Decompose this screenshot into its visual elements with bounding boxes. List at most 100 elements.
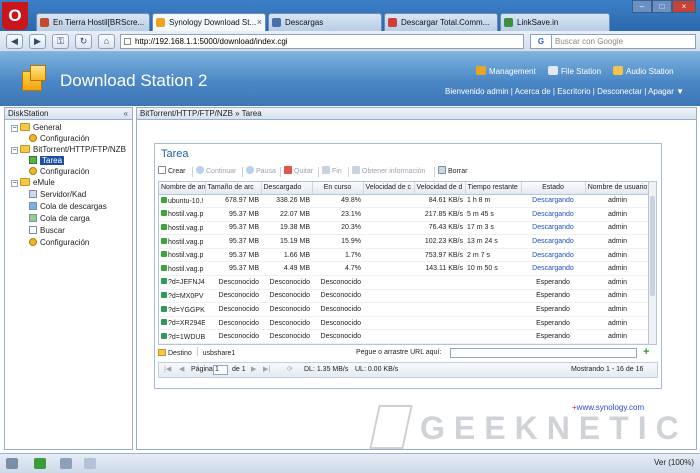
forward-button[interactable]: ▶: [29, 34, 46, 49]
table-cell: 23.1%: [312, 207, 363, 222]
tab-descargas[interactable]: Descargas: [268, 13, 382, 31]
table-row[interactable]: hostil.vag.p 95.37 MB 19.38 MB 20.3% 76.43 K…: [159, 221, 648, 236]
crear-button[interactable]: Crear: [158, 165, 186, 178]
url-field[interactable]: http://192.168.1.1:5000/download/index.c…: [120, 34, 524, 49]
column-header[interactable]: Velocidad de d: [414, 182, 466, 195]
minimize-icon[interactable]: –: [632, 0, 652, 13]
panel-toggle-icon[interactable]: [6, 458, 18, 469]
table-cell: Descargando: [521, 194, 585, 209]
tree-node-servidor-kad[interactable]: Servidor/Kad: [29, 189, 86, 200]
refresh-icon[interactable]: ⟳: [287, 363, 293, 377]
watermark-logo-icon: [369, 405, 413, 449]
column-header[interactable]: Descargado: [261, 182, 313, 195]
table-row[interactable]: ?d=JEFNJ4 Desconocido Desconocido Desconoci…: [159, 275, 648, 290]
download-arrow-icon: [161, 332, 167, 339]
tree-node-general-configuracion[interactable]: Configuración: [29, 133, 89, 144]
table-cell: Desconocido: [312, 275, 363, 290]
fin-button[interactable]: Fin: [322, 165, 342, 178]
quitar-button[interactable]: Quitar: [284, 165, 313, 178]
close-window-icon[interactable]: ×: [672, 0, 696, 13]
maximize-icon[interactable]: □: [652, 0, 672, 13]
table-cell: Desconocido: [261, 275, 312, 290]
tree-node-emule[interactable]: − eMule: [11, 177, 55, 188]
collapse-node-icon[interactable]: −: [11, 180, 18, 187]
tree-node-cola-de-descargas[interactable]: Cola de descargas: [29, 201, 107, 212]
destino-button[interactable]: Destino: [158, 349, 192, 357]
previous-page-button[interactable]: ◀: [179, 363, 184, 377]
collapse-node-icon[interactable]: −: [11, 147, 18, 154]
tree-node-bittorrent[interactable]: − BitTorrent/HTTP/FTP/NZB: [11, 144, 126, 155]
table-cell: [465, 343, 521, 344]
tree-node-tarea[interactable]: Tarea: [29, 155, 65, 166]
image-toggle-icon[interactable]: [84, 458, 96, 469]
tree-node-emule-configuracion[interactable]: Configuración: [29, 237, 89, 248]
table-cell: hostil.vag.p: [159, 221, 205, 236]
table-cell: Descargando: [521, 234, 585, 249]
table-row[interactable]: ?d=1WDUB Desconocido Desconocido Desconocid…: [159, 329, 648, 344]
breadcrumb: BitTorrent/HTTP/FTP/NZB » Tarea: [137, 108, 696, 120]
tab-synology-download-station[interactable]: Synology Download St... ×: [152, 13, 266, 31]
column-header[interactable]: Estado: [521, 182, 586, 195]
tree-header: DiskStation «: [5, 108, 132, 120]
table-row[interactable]: ?d=XR294E Desconocido Desconocido Desconoci…: [159, 316, 648, 331]
wand-key-button[interactable]: ⚿: [52, 34, 69, 49]
table-row[interactable]: hostil.vag.p 95.37 MB 22.07 MB 23.1% 217.85 …: [159, 207, 648, 222]
column-header[interactable]: En curso: [312, 182, 364, 195]
tab-descargar-total-commander[interactable]: Descargar Total.Comm...: [384, 13, 498, 31]
tab-en-tierra-hostil[interactable]: En Tierra Hostil[BRScre...: [36, 13, 150, 31]
collapse-panel-icon[interactable]: «: [124, 108, 128, 119]
home-button[interactable]: ⌂: [98, 34, 115, 49]
audio-station-link[interactable]: Audio Station: [613, 66, 674, 76]
next-page-button[interactable]: ▶: [251, 363, 256, 377]
user-links[interactable]: Bienvenido admin | Acerca de | Escritori…: [445, 87, 684, 96]
management-link[interactable]: Management: [476, 66, 536, 76]
url-paste-input[interactable]: [450, 348, 637, 358]
table-row[interactable]: hostil.vag.p 95.37 MB 4.49 MB 4.7% 143.11 KB…: [159, 261, 648, 277]
tree-node-bt-configuracion[interactable]: Configuración: [29, 166, 89, 177]
first-page-button[interactable]: |◀: [164, 363, 171, 377]
table-cell: 2 m 7 s: [465, 248, 521, 263]
file-station-link[interactable]: File Station: [548, 66, 601, 76]
browser-tab-strip: O En Tierra Hostil[BRScre... Synology Do…: [0, 0, 700, 31]
zoom-control[interactable]: Ver (100%): [654, 458, 694, 467]
table-cell: hostil.vag.p: [159, 207, 205, 222]
table-row[interactable]: ubuntu-10.! 678.97 MB 338.26 MB 49.8% 84.61 …: [159, 194, 648, 209]
table-row[interactable]: ?d=YGGPK Desconocido Desconocido Desconocid…: [159, 302, 648, 317]
collapse-node-icon[interactable]: −: [11, 125, 18, 132]
table-cell: Desconocido: [261, 343, 312, 344]
table-row[interactable]: ?d=6P5396DesconocidoDesconocidoDesconoci…: [159, 343, 648, 344]
table-scrollbar[interactable]: [649, 181, 657, 345]
remove-x-icon: [284, 166, 292, 174]
table-cell: hostil.vag.p: [159, 234, 205, 249]
obtener-informacion-button[interactable]: Obtener información: [352, 165, 425, 178]
table-row[interactable]: ?d=MX0PV Desconocido Desconocido Desconocid…: [159, 289, 648, 304]
tab-linksave[interactable]: LinkSave.in: [500, 13, 610, 31]
table-cell: [363, 329, 414, 344]
table-row[interactable]: hostil.vag.p 95.37 MB 1.66 MB 1.7% 753.97 KB…: [159, 248, 648, 263]
tree-node-buscar[interactable]: Buscar: [29, 225, 65, 236]
close-tab-icon[interactable]: ×: [257, 14, 262, 31]
back-button[interactable]: ◀: [6, 34, 23, 49]
tree-node-general[interactable]: − General: [11, 122, 61, 133]
pausa-button[interactable]: Pausa: [246, 165, 276, 178]
google-icon[interactable]: G: [530, 34, 552, 49]
opera-logo[interactable]: O: [2, 2, 28, 30]
column-header[interactable]: Tiempo restante: [465, 182, 522, 195]
column-header[interactable]: Nombre de usuario: [585, 182, 648, 195]
table-cell: [363, 275, 414, 290]
table-row[interactable]: hostil.vag.p 95.37 MB 15.19 MB 15.9% 102.23 …: [159, 234, 648, 249]
column-header[interactable]: Velocidad de c: [363, 182, 415, 195]
column-header[interactable]: Nombre de arc: [159, 182, 206, 195]
turbo-icon[interactable]: [60, 458, 72, 469]
last-page-button[interactable]: ▶|: [263, 363, 270, 377]
add-url-button[interactable]: +: [643, 347, 649, 358]
page-number-input[interactable]: 1: [213, 365, 228, 375]
borrar-button[interactable]: Borrar: [438, 165, 467, 178]
search-input[interactable]: Buscar con Google: [552, 34, 696, 49]
continuar-button[interactable]: Continuar: [196, 165, 236, 178]
scrollbar-thumb[interactable]: [650, 196, 655, 296]
reload-button[interactable]: ↻: [75, 34, 92, 49]
tree-node-cola-de-carga[interactable]: Cola de carga: [29, 213, 90, 224]
column-header[interactable]: Tamaño de arc: [205, 182, 262, 195]
unite-icon[interactable]: [34, 458, 46, 469]
